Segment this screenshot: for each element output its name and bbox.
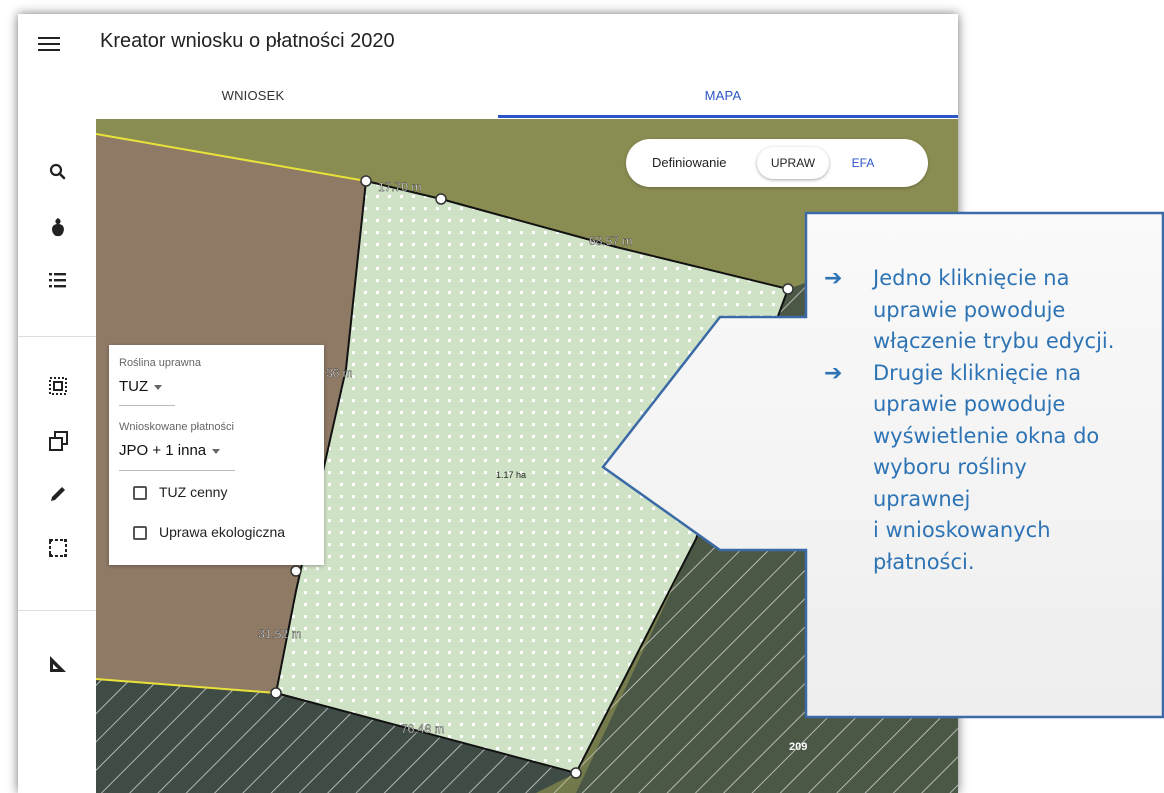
mode-efa-button[interactable]: EFA: [838, 147, 888, 179]
callout-line: płatności.: [873, 549, 975, 574]
callout-line: uprawnej: [873, 486, 971, 511]
crop-plant-icon: [52, 218, 64, 237]
callout-line: uprawie powoduje: [873, 297, 1066, 322]
copy-button[interactable]: [18, 417, 96, 465]
crop-select[interactable]: TUZ: [119, 378, 163, 395]
crop-edit-popup: Roślina uprawna TUZ Wnioskowane płatnośc…: [109, 345, 324, 565]
callout-line: i wnioskowanych: [873, 518, 1051, 542]
parcel-number-label: 209: [789, 741, 807, 753]
sidebar-divider: [18, 336, 96, 337]
select-area-icon: [49, 377, 67, 395]
callout-line: wyświetlenie okna do: [873, 423, 1100, 448]
measurement-label: 76.48 m: [401, 722, 444, 736]
tab-bar: WNIOSEK MAPA: [18, 78, 958, 118]
tool-sidebar: [18, 119, 96, 793]
callout-line: Jedno kliknięcie na: [873, 266, 1070, 290]
payments-select[interactable]: JPO + 1 inna: [119, 442, 221, 459]
arrow-right-icon: ➔: [824, 360, 843, 386]
edit-button[interactable]: [18, 471, 96, 519]
uprawa-ekologiczna-checkbox[interactable]: [133, 526, 147, 540]
copy-icon: [49, 431, 68, 451]
callout-text: ➔ Jedno kliknięcie na uprawie powoduje w…: [820, 263, 1160, 578]
pencil-icon: [51, 487, 65, 501]
area-label: 1.17 ha: [496, 470, 526, 480]
callout-item-1: ➔ Jedno kliknięcie na uprawie powoduje w…: [820, 263, 1160, 358]
measurement-label: 68.57 m: [589, 234, 632, 248]
tuz-cenny-checkbox[interactable]: [133, 486, 147, 500]
payments-field-label: Wnioskowane płatności: [119, 421, 234, 433]
draw-rectangle-button[interactable]: [18, 525, 96, 573]
callout-item-2: ➔ Drugie kliknięcie na uprawie powoduje …: [820, 358, 1160, 579]
active-tab-indicator: [498, 115, 958, 118]
mode-upraw-button[interactable]: UPRAW: [757, 147, 829, 179]
dropdown-caret-icon: [154, 384, 163, 390]
measurement-label: 36 m: [326, 366, 353, 380]
crops-button[interactable]: [18, 203, 96, 251]
list-icon: [49, 273, 66, 288]
ruler-triangle-icon: [50, 656, 66, 672]
field-underline: [119, 470, 235, 471]
callout-line: wyboru rośliny: [873, 455, 1027, 479]
app-window: Kreator wniosku o płatności 2020 WNIOSEK…: [18, 14, 958, 793]
search-icon: [49, 163, 66, 180]
crop-select-value: TUZ: [119, 378, 149, 395]
measurement-label: 31.52 m: [258, 627, 301, 641]
definition-mode-toggle: Definiowanie UPRAW EFA: [626, 139, 928, 187]
mode-toggle-label: Definiowanie: [652, 155, 727, 170]
page-title: Kreator wniosku o płatności 2020: [100, 30, 395, 52]
list-button[interactable]: [18, 257, 96, 305]
callout-line: włączenie trybu edycji.: [873, 329, 1115, 353]
dashed-rectangle-icon: [49, 539, 67, 557]
crop-field-label: Roślina uprawna: [119, 357, 201, 369]
payments-select-value: JPO + 1 inna: [119, 442, 207, 459]
measure-button[interactable]: [18, 641, 96, 689]
callout-line: Drugie kliknięcie na: [873, 360, 1082, 385]
dropdown-caret-icon: [212, 448, 221, 454]
hamburger-menu-icon[interactable]: [38, 34, 60, 52]
field-underline: [119, 405, 175, 406]
arrow-right-icon: ➔: [824, 266, 843, 291]
uprawa-ekologiczna-label: Uprawa ekologiczna: [159, 524, 286, 540]
tab-mapa[interactable]: MAPA: [488, 78, 958, 118]
select-area-button[interactable]: [18, 363, 96, 411]
sidebar-divider: [18, 610, 96, 611]
top-bar: Kreator wniosku o płatności 2020: [18, 14, 958, 74]
search-button[interactable]: [18, 149, 96, 197]
tuz-cenny-label: TUZ cenny: [159, 484, 228, 500]
tab-wniosek[interactable]: WNIOSEK: [18, 78, 488, 118]
measurement-label: 17.70 m: [378, 180, 421, 194]
callout-line: uprawie powoduje: [873, 392, 1066, 416]
